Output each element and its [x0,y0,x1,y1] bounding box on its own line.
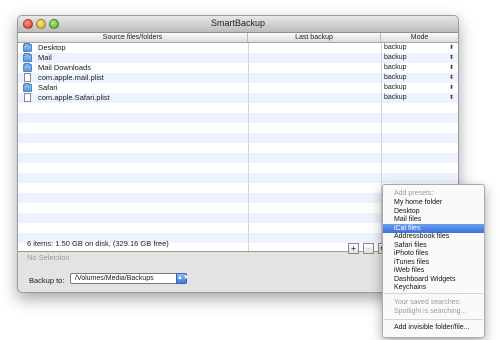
folder-icon [23,43,32,52]
row-mode-select[interactable]: backup [384,93,407,103]
row-stripe [18,153,458,163]
row-stripe [18,103,458,113]
row-stripe [18,143,458,153]
popup-arrows-icon: ▲▼ [176,273,189,284]
row-name: com.apple.Safari.plist [38,93,110,102]
menu-item-preset[interactable]: Keychains [383,283,484,292]
remove-button[interactable]: - [363,243,374,254]
column-divider [248,43,249,251]
row-stripe [18,113,458,123]
row-name: Safari [38,83,58,92]
folder-icon [23,63,32,72]
title-bar[interactable]: SmartBackup [18,16,458,33]
row-name: Mail Downloads [38,63,91,72]
stepper-arrows-icon[interactable]: ⬍ [449,53,454,63]
row-stripe [18,173,458,183]
window-title: SmartBackup [210,18,266,28]
column-header-source[interactable]: Source files/folders [18,33,248,42]
menu-header-presets: Add presets: [394,190,434,197]
selection-status: No Selection [27,253,70,262]
menu-separator [384,293,483,294]
document-icon [24,73,31,82]
row-mode-select[interactable]: backup [384,73,407,83]
row-name: Mail [38,53,52,62]
table-row[interactable]: com.apple.mail.plist backup ⬍ [18,73,458,83]
table-row[interactable]: Desktop backup ⬍ [18,43,458,53]
stepper-arrows-icon[interactable]: ⬍ [449,83,454,93]
table-row[interactable]: com.apple.Safari.plist backup ⬍ [18,93,458,103]
add-presets-menu: Add presets: My home folder Desktop Mail f… [382,184,485,338]
folder-icon [23,53,32,62]
menu-spotlight-status: Spotlight is searching... [394,308,467,315]
table-header: Source files/folders Last backup Mode [18,33,458,43]
column-header-last-backup[interactable]: Last backup [248,33,381,42]
row-name: com.apple.mail.plist [38,73,104,82]
row-mode-select[interactable]: backup [384,53,407,63]
table-row[interactable]: Mail backup ⬍ [18,53,458,63]
backup-to-label: Backup to: [29,276,65,285]
stepper-arrows-icon[interactable]: ⬍ [449,73,454,83]
stepper-arrows-icon[interactable]: ⬍ [449,93,454,103]
row-mode-select[interactable]: backup [384,63,407,73]
row-stripe [18,123,458,133]
row-stripe [18,163,458,173]
row-mode-select[interactable]: backup [384,43,407,53]
row-name: Desktop [38,43,66,52]
table-row[interactable]: Safari backup ⬍ [18,83,458,93]
row-mode-select[interactable]: backup [384,83,407,93]
table-row[interactable]: Mail Downloads backup ⬍ [18,63,458,73]
backup-destination-value: /Volumes/Media/Backups [75,275,154,282]
stepper-arrows-icon[interactable]: ⬍ [449,63,454,73]
column-header-mode[interactable]: Mode [381,33,458,42]
menu-item-add-invisible[interactable]: Add invisible folder/file... [383,323,484,332]
status-summary: 6 items: 1.50 GB on disk, (329.16 GB fre… [27,239,169,248]
menu-header-saved-searches: Your saved searches: [394,299,462,306]
document-icon [24,93,31,102]
backup-destination-popup[interactable]: /Volumes/Media/Backups ▲▼ [70,273,189,284]
folder-icon [23,83,32,92]
menu-separator [384,319,483,320]
stepper-arrows-icon[interactable]: ⬍ [449,43,454,53]
row-stripe [18,133,458,143]
add-button[interactable]: + [348,243,359,254]
